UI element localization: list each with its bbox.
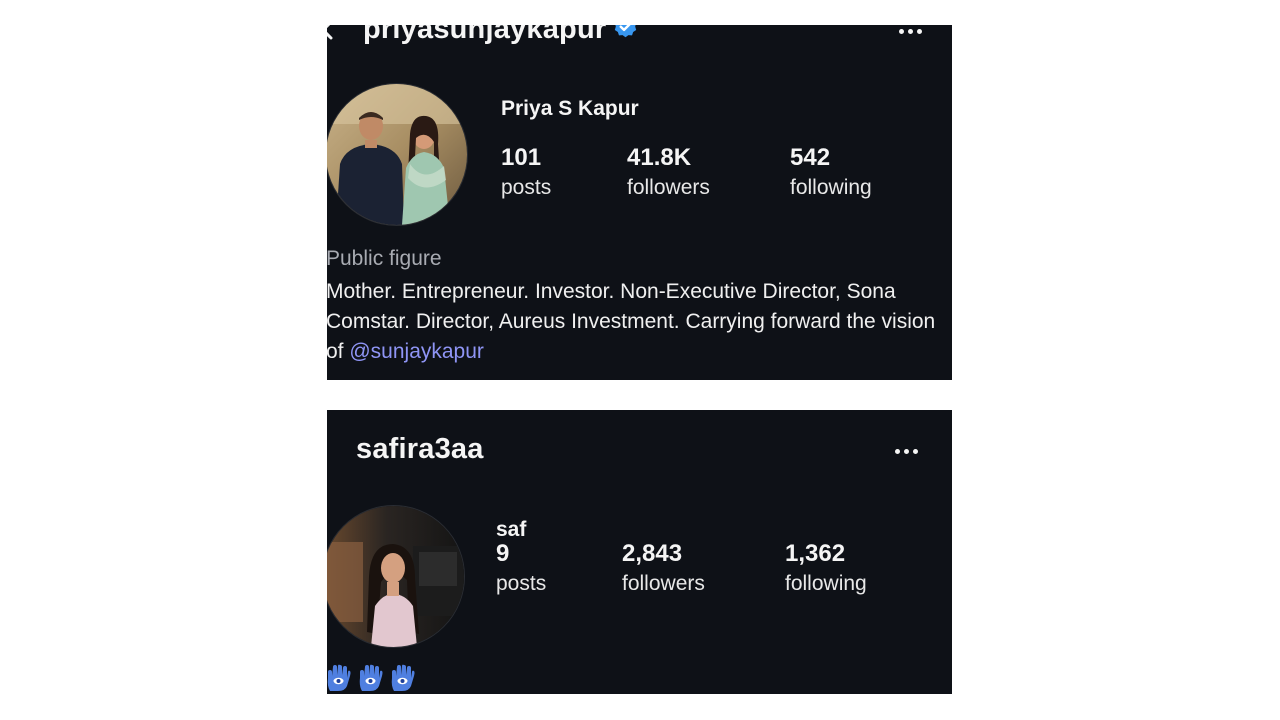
bio-emojis [327,664,415,692]
hamsa-icon [327,664,351,691]
following-stat[interactable]: 1,362 following [785,539,867,599]
avatar-photo [327,506,464,647]
profile-bio: Mother. Entrepreneur. Investor. Non-Exec… [327,277,946,367]
profile-username: priyasunjaykapur [363,25,639,46]
followers-label: followers [622,572,705,595]
posts-stat[interactable]: 9 posts [496,539,546,599]
profile-header-priyasunjaykapur: priyasunjaykapur Priya S Kapur 101 posts… [327,25,952,380]
username-text: priyasunjaykapur [363,25,607,45]
following-stat[interactable]: 542 following [790,143,872,203]
more-options-icon[interactable] [895,449,918,454]
followers-stat[interactable]: 2,843 followers [622,539,705,599]
profile-header-safira3aa: safira3aa saf 9 posts 2,843 followers 1,… [327,410,952,694]
following-label: following [790,176,872,199]
following-count: 542 [790,144,831,171]
avatar[interactable] [327,505,465,648]
display-name: Priya S Kapur [501,97,639,120]
followers-stat[interactable]: 41.8K followers [627,143,710,203]
posts-label: posts [501,176,552,199]
avatar-photo [327,84,467,225]
profile-category: Public figure [327,247,442,270]
posts-count: 9 [496,540,510,567]
profile-username: safira3aa [356,433,484,465]
hamsa-icon [391,664,415,691]
followers-label: followers [627,176,710,199]
following-label: following [785,572,867,595]
followers-count: 2,843 [622,540,683,567]
posts-stat[interactable]: 101 posts [501,143,551,203]
back-arrow-icon[interactable] [327,25,339,41]
following-count: 1,362 [785,540,846,567]
more-options-icon[interactable] [899,29,922,34]
bio-mention-link[interactable]: @sunjaykapur [349,340,484,363]
avatar[interactable] [327,83,468,226]
hamsa-icon [359,664,383,691]
posts-count: 101 [501,144,542,171]
followers-count: 41.8K [627,144,692,171]
posts-label: posts [496,572,547,595]
verified-badge-icon [615,25,637,38]
